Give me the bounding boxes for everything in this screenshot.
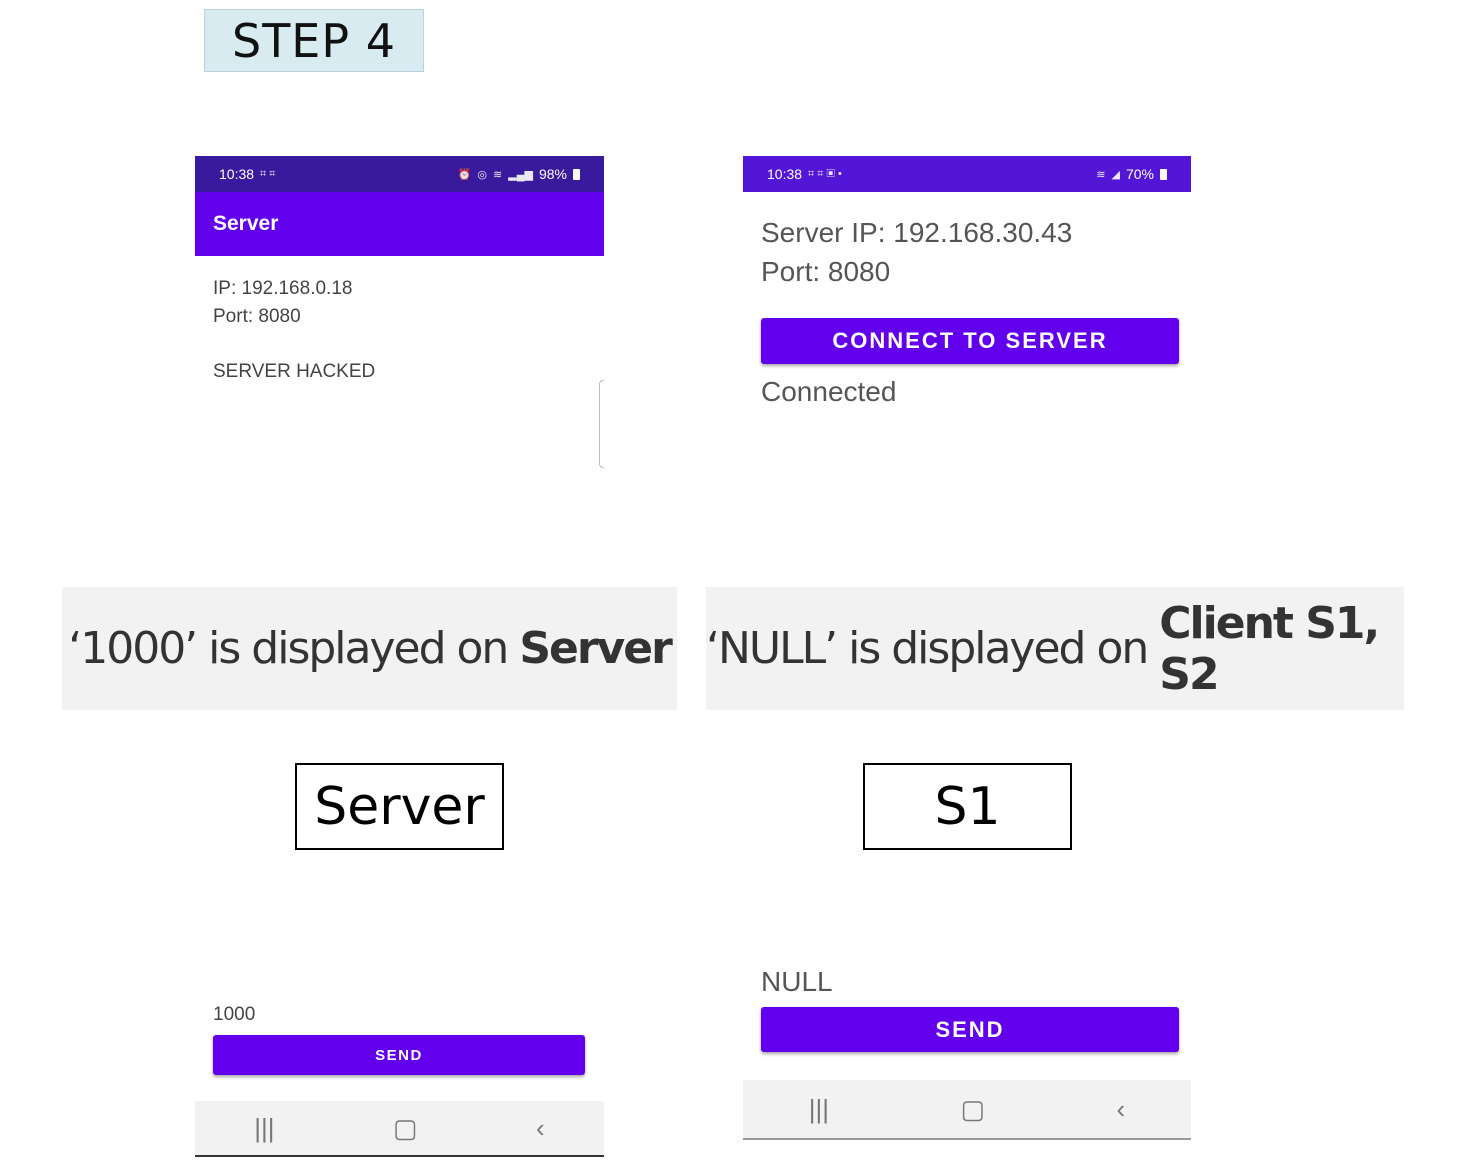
back-icon[interactable]: ‹ (1117, 1094, 1126, 1125)
client-screen: 10:38 ⌗ ⌗ ▣ • ≋ ◢ 70% Server IP: 192.168… (743, 156, 1191, 416)
server-label-box: Server (295, 763, 504, 850)
client-bottom-screen: NULL SEND ||| ▢ ‹ (743, 958, 1191, 1141)
signal-icon: ◢ (1111, 168, 1120, 181)
battery-icon (573, 168, 580, 180)
send-button[interactable]: SEND (761, 1007, 1179, 1052)
connect-to-server-button[interactable]: CONNECT TO SERVER (761, 318, 1179, 364)
server-message: SERVER HACKED (213, 361, 376, 382)
signal-icon: ▂▄▆ (508, 168, 533, 181)
battery-icon (1160, 168, 1167, 180)
recent-apps-icon[interactable]: ||| (254, 1113, 274, 1144)
wifi-icon: ≋ (493, 168, 503, 181)
received-value: NULL (761, 966, 833, 997)
port-text: Port: 8080 (761, 256, 891, 287)
server-ip-text: Server IP: 192.168.30.43 (761, 217, 1073, 248)
alarm-icon: ⏰ (457, 168, 472, 181)
server-caption-bold: Server (519, 623, 672, 674)
status-time: 10:38 (767, 166, 803, 182)
client-label-box: S1 (863, 763, 1072, 850)
screenshot-icon: ⌗ ⌗ ▣ • (808, 167, 842, 180)
server-caption-text: ‘1000’ is displayed on (68, 623, 520, 674)
app-title: Server (195, 192, 604, 256)
send-button[interactable]: SEND (213, 1035, 585, 1075)
battery-level: 70% (1125, 166, 1154, 182)
wifi-icon: ≋ (1096, 168, 1106, 181)
status-bar: 10:38 ⌗ ⌗ ▣ • ≋ ◢ 70% (743, 156, 1191, 192)
server-screen: 10:38 ⌗ ⌗ ⏰ ◎ ≋ ▂▄▆ 98% Server IP: 192.1… (195, 156, 604, 468)
home-icon[interactable]: ▢ (960, 1094, 985, 1125)
port-text: Port: 8080 (213, 306, 301, 327)
recent-apps-icon[interactable]: ||| (809, 1094, 829, 1125)
step-label: STEP 4 (204, 9, 424, 72)
received-value: 1000 (213, 1004, 256, 1025)
battery-level: 98% (538, 166, 567, 182)
client-caption: ‘NULL’ is displayed on Client S1, S2 (706, 587, 1404, 710)
ip-text: IP: 192.168.0.18 (213, 278, 353, 299)
hotspot-icon: ◎ (477, 168, 488, 181)
server-bottom-screen: 1000 SEND ||| ▢ ‹ (195, 995, 604, 1157)
home-icon[interactable]: ▢ (393, 1113, 418, 1144)
scroll-edge (599, 380, 604, 468)
status-time: 10:38 (219, 166, 255, 182)
screenshot-icon: ⌗ ⌗ (260, 167, 276, 180)
server-caption: ‘1000’ is displayed on Server (62, 587, 677, 710)
connection-status: Connected (761, 376, 897, 407)
navigation-bar: ||| ▢ ‹ (195, 1101, 604, 1157)
client-caption-bold: Client S1, S2 (1159, 597, 1380, 700)
back-icon[interactable]: ‹ (536, 1113, 545, 1144)
status-bar: 10:38 ⌗ ⌗ ⏰ ◎ ≋ ▂▄▆ 98% (195, 156, 604, 192)
client-caption-text: ‘NULL’ is displayed on (706, 623, 1160, 674)
navigation-bar: ||| ▢ ‹ (743, 1080, 1191, 1140)
